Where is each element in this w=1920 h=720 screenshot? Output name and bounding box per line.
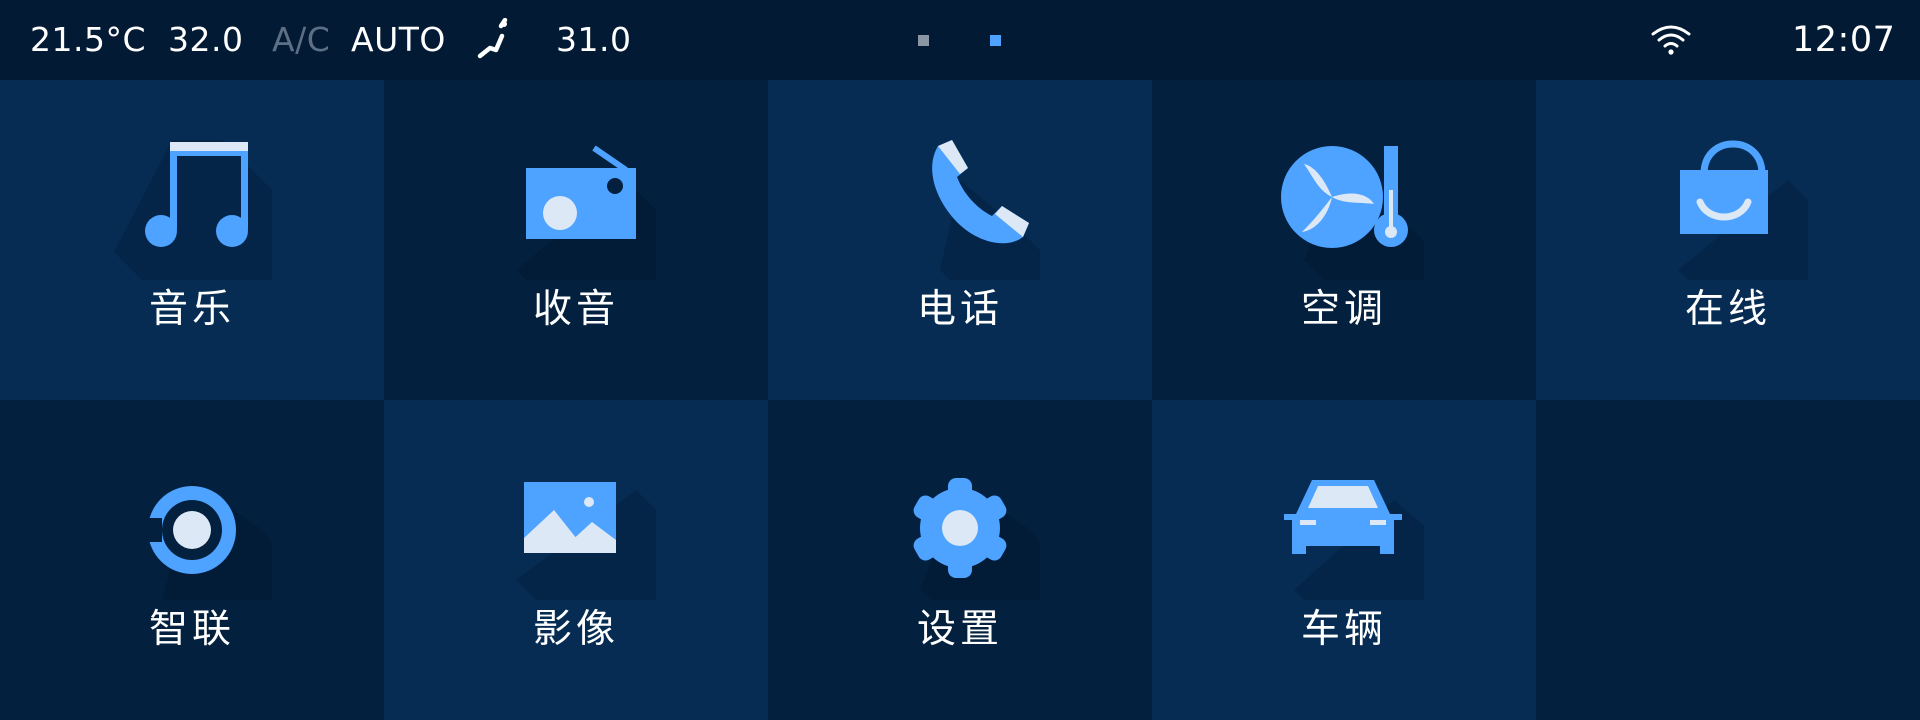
wifi-icon (1651, 25, 1691, 55)
climate-setting-left[interactable]: 32.0 (168, 20, 243, 60)
auto-mode-button[interactable]: AUTO (351, 20, 446, 60)
radio-icon (516, 145, 656, 280)
app-label-connect: 智联 (148, 607, 235, 652)
climate-setting-right[interactable]: 31.0 (556, 20, 631, 60)
app-grid: 音乐 收音 电话 空调 在线 智联 影像 设置 车辆 (0, 80, 1920, 720)
app-tile-online[interactable]: 在线 (1536, 80, 1920, 400)
car-icon (1284, 480, 1424, 600)
phone-icon (932, 140, 1040, 280)
app-tile-radio[interactable]: 收音 (384, 80, 768, 400)
app-tile-phone[interactable]: 电话 (768, 80, 1152, 400)
connect-icon (132, 480, 272, 600)
ac-toggle[interactable]: A/C (272, 20, 330, 60)
app-tile-settings[interactable]: 设置 (768, 400, 1152, 720)
temperature-readout: 21.5°C (30, 20, 147, 59)
clock: 12:07 (1792, 20, 1896, 60)
app-label-images: 影像 (532, 607, 619, 652)
shopping-bag-icon (1678, 140, 1808, 280)
app-tile-images[interactable]: 影像 (384, 400, 768, 720)
music-note-icon (114, 140, 272, 280)
app-label-vehicle: 车辆 (1300, 607, 1387, 652)
fan-thermometer-icon (1281, 146, 1424, 280)
app-label-radio: 收音 (532, 287, 619, 332)
app-tile-climate[interactable]: 空调 (1152, 80, 1536, 400)
seat-airflow-icon[interactable] (474, 18, 512, 62)
status-bar: 21.5°C 32.0 A/C AUTO 31.0 12:07 (0, 0, 1920, 80)
app-label-online: 在线 (1684, 287, 1771, 332)
app-tile-connect[interactable]: 智联 (0, 400, 384, 720)
empty-tile (1536, 400, 1920, 720)
page-indicator-1[interactable] (918, 35, 929, 46)
app-tile-vehicle[interactable]: 车辆 (1152, 400, 1536, 720)
app-label-music: 音乐 (148, 287, 235, 332)
app-label-phone: 电话 (916, 287, 1003, 332)
image-icon (516, 482, 656, 600)
app-label-climate: 空调 (1300, 287, 1387, 332)
page-indicator-2[interactable] (990, 35, 1001, 46)
app-label-settings: 设置 (916, 607, 1003, 652)
app-tile-music[interactable]: 音乐 (0, 80, 384, 400)
gear-icon (913, 478, 1040, 600)
